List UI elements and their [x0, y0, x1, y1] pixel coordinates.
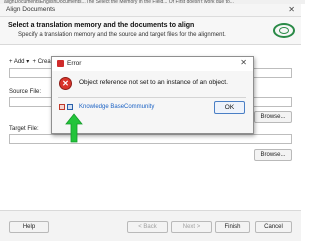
- knowledge-base-link[interactable]: Knowledge Base: [79, 104, 124, 110]
- window-titlebar: Align Documents ✕: [0, 4, 301, 17]
- dialog-footer-icons: [59, 104, 75, 112]
- error-dialog-title: Error: [67, 60, 82, 67]
- help-button[interactable]: Help: [9, 221, 49, 233]
- toolbar: + Add ▾ + Crea: [9, 58, 51, 65]
- trados-logo-icon: [273, 23, 295, 38]
- error-icon: ✕: [59, 77, 72, 90]
- back-button[interactable]: < Back: [127, 221, 168, 233]
- target-file-input[interactable]: [9, 134, 292, 144]
- pdf-icon[interactable]: [59, 104, 65, 110]
- cancel-button[interactable]: Cancel: [255, 221, 292, 233]
- next-button[interactable]: Next >: [171, 221, 212, 233]
- arrow-annotation-icon: [65, 113, 83, 143]
- finish-button[interactable]: Finish: [215, 221, 250, 233]
- close-icon[interactable]: ✕: [288, 5, 295, 14]
- save-icon[interactable]: [67, 104, 73, 110]
- header-title: Select a translation memory and the docu…: [8, 22, 195, 29]
- chevron-down-icon: ▾: [26, 59, 30, 65]
- close-icon[interactable]: ✕: [240, 58, 247, 67]
- window-title: Align Documents: [6, 6, 56, 13]
- target-file-label: Target File:: [9, 126, 39, 132]
- wizard-header: Select a translation memory and the docu…: [0, 17, 301, 45]
- create-button[interactable]: + Crea: [33, 59, 51, 65]
- add-button[interactable]: + Add ▾: [9, 59, 29, 65]
- source-browse-button[interactable]: Browse...: [254, 111, 292, 123]
- community-link[interactable]: Community: [124, 104, 154, 110]
- source-file-label: Source File:: [9, 89, 42, 95]
- app-icon: [57, 60, 64, 67]
- divider: [58, 97, 246, 98]
- ok-button[interactable]: OK: [214, 101, 245, 114]
- error-message: Object reference not set to an instance …: [79, 79, 228, 86]
- error-dialog-titlebar: Error ✕: [52, 57, 253, 71]
- target-browse-button[interactable]: Browse...: [254, 149, 292, 161]
- header-subtitle: Specify a translation memory and the sou…: [18, 32, 226, 38]
- wizard-footer: Help < Back Next > Finish Cancel: [0, 210, 301, 241]
